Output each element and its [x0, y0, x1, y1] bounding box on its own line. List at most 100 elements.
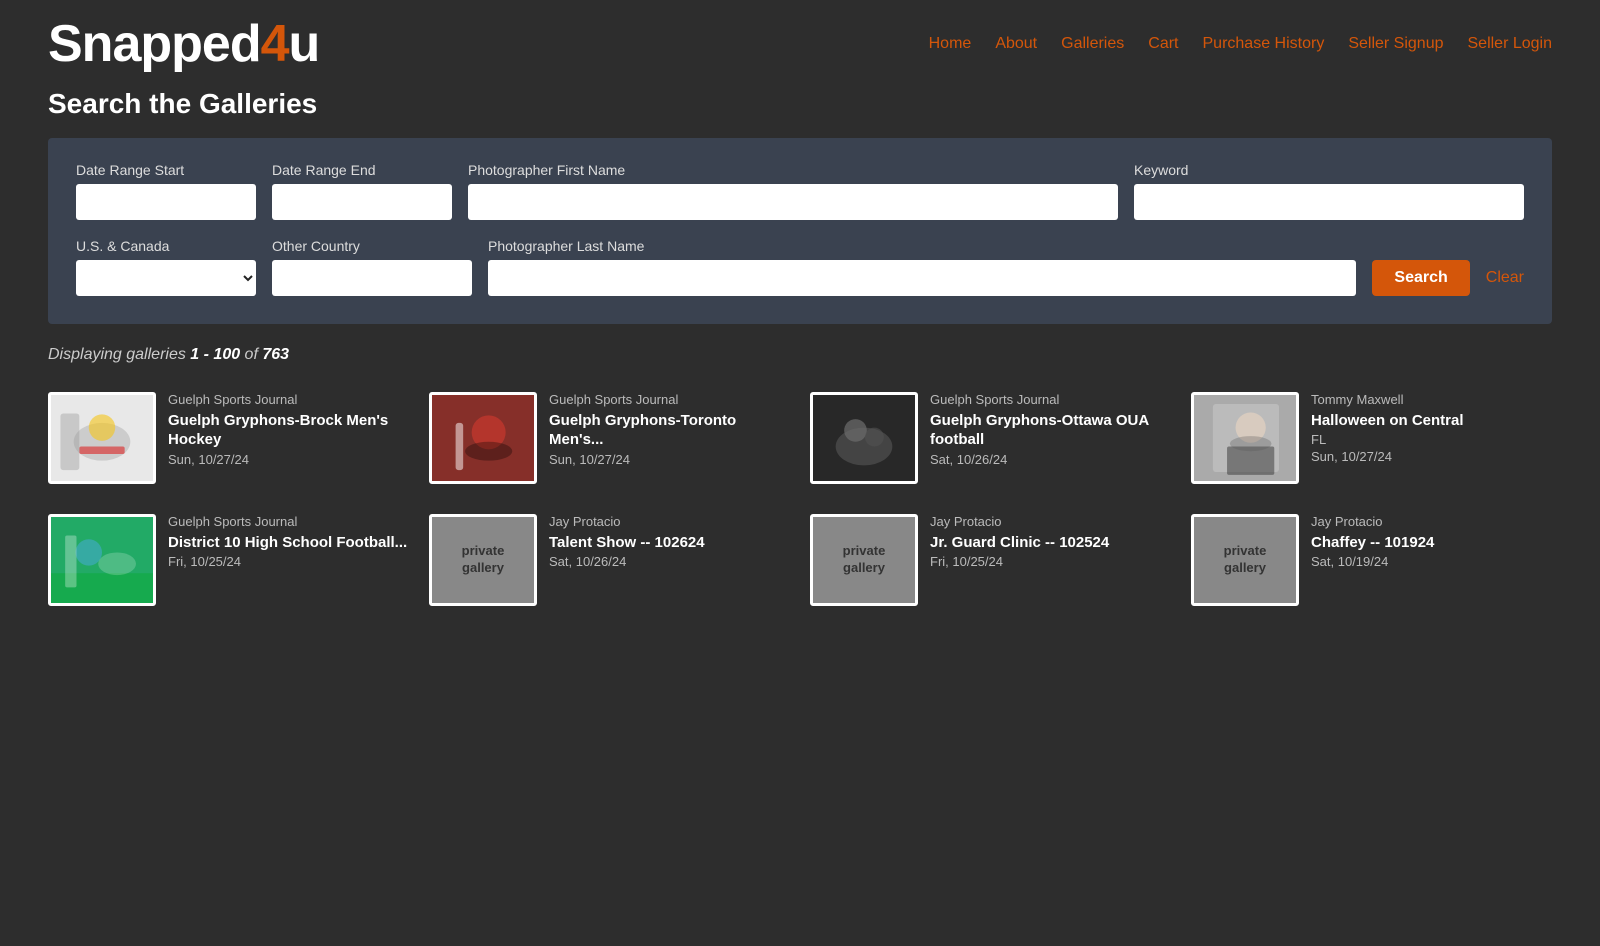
- nav-cart[interactable]: Cart: [1148, 35, 1178, 53]
- results-total: 763: [262, 346, 289, 363]
- gallery-photographer: Guelph Sports Journal: [930, 392, 1171, 409]
- gallery-name: Jr. Guard Clinic -- 102524: [930, 533, 1109, 553]
- search-panel: Date Range Start Date Range End Photogra…: [48, 138, 1552, 324]
- logo[interactable]: Snapped4u: [48, 18, 319, 70]
- gallery-photographer: Guelph Sports Journal: [168, 514, 407, 531]
- gallery-date: Fri, 10/25/24: [168, 554, 407, 569]
- gallery-info: Jay Protacio Chaffey -- 101924 Sat, 10/1…: [1311, 514, 1434, 569]
- photographer-last-name-label: Photographer Last Name: [488, 238, 1356, 254]
- private-gallery-thumb: privategallery: [429, 514, 537, 606]
- gallery-info: Guelph Sports Journal Guelph Gryphons-Br…: [168, 392, 409, 467]
- date-range-start-input[interactable]: [76, 184, 256, 220]
- results-display-text: Displaying galleries 1 - 100 of 763: [48, 346, 289, 363]
- private-gallery-label: privategallery: [462, 543, 505, 577]
- gallery-info: Guelph Sports Journal District 10 High S…: [168, 514, 407, 569]
- gallery-info: Guelph Sports Journal Guelph Gryphons-Ot…: [930, 392, 1171, 467]
- list-item[interactable]: Guelph Sports Journal Guelph Gryphons-To…: [429, 392, 790, 484]
- photographer-first-name-input[interactable]: [468, 184, 1118, 220]
- gallery-date: Sun, 10/27/24: [168, 452, 409, 467]
- gallery-name: District 10 High School Football...: [168, 533, 407, 553]
- gallery-date: Sat, 10/19/24: [1311, 554, 1434, 569]
- private-gallery-label: privategallery: [843, 543, 886, 577]
- list-item[interactable]: Guelph Sports Journal District 10 High S…: [48, 514, 409, 606]
- gallery-thumb: [48, 392, 156, 484]
- date-range-end-input[interactable]: [272, 184, 452, 220]
- gallery-thumb: [429, 392, 537, 484]
- gallery-photographer: Tommy Maxwell: [1311, 392, 1464, 409]
- us-canada-field: U.S. & Canada United States Canada: [76, 238, 256, 296]
- photographer-first-name-label: Photographer First Name: [468, 162, 1118, 178]
- gallery-thumb: [810, 392, 918, 484]
- gallery-date: Fri, 10/25/24: [930, 554, 1109, 569]
- logo-snapped: Snapped: [48, 15, 261, 73]
- logo-four: 4: [261, 15, 289, 73]
- list-item[interactable]: privategallery Jay Protacio Jr. Guard Cl…: [810, 514, 1171, 606]
- photographer-first-name-field: Photographer First Name: [468, 162, 1118, 220]
- list-item[interactable]: privategallery Jay Protacio Talent Show …: [429, 514, 790, 606]
- list-item[interactable]: Tommy Maxwell Halloween on Central FL Su…: [1191, 392, 1552, 484]
- photographer-last-name-field: Photographer Last Name: [488, 238, 1356, 296]
- gallery-grid: Guelph Sports Journal Guelph Gryphons-Br…: [0, 374, 1600, 636]
- gallery-photographer: Jay Protacio: [549, 514, 705, 531]
- other-country-input[interactable]: [272, 260, 472, 296]
- main-nav: Home About Galleries Cart Purchase Histo…: [929, 35, 1552, 53]
- nav-home[interactable]: Home: [929, 35, 972, 53]
- gallery-thumb: [48, 514, 156, 606]
- us-canada-select[interactable]: United States Canada: [76, 260, 256, 296]
- nav-seller-signup[interactable]: Seller Signup: [1348, 35, 1443, 53]
- logo-u: u: [289, 15, 320, 73]
- gallery-info: Guelph Sports Journal Guelph Gryphons-To…: [549, 392, 790, 467]
- gallery-date: Sun, 10/27/24: [1311, 449, 1464, 464]
- gallery-date: Sat, 10/26/24: [549, 554, 705, 569]
- gallery-photographer: Guelph Sports Journal: [168, 392, 409, 409]
- search-button[interactable]: Search: [1372, 260, 1469, 296]
- other-country-field: Other Country: [272, 238, 472, 296]
- gallery-photographer: Jay Protacio: [930, 514, 1109, 531]
- keyword-label: Keyword: [1134, 162, 1524, 178]
- gallery-name: Guelph Gryphons-Toronto Men's...: [549, 411, 790, 450]
- gallery-name: Guelph Gryphons-Brock Men's Hockey: [168, 411, 409, 450]
- search-row-2: U.S. & Canada United States Canada Other…: [76, 238, 1524, 296]
- page-title: Search the Galleries: [48, 88, 1552, 120]
- gallery-date: Sun, 10/27/24: [549, 452, 790, 467]
- clear-button[interactable]: Clear: [1486, 269, 1524, 287]
- us-canada-label: U.S. & Canada: [76, 238, 256, 254]
- private-gallery-thumb: privategallery: [1191, 514, 1299, 606]
- list-item[interactable]: Guelph Sports Journal Guelph Gryphons-Ot…: [810, 392, 1171, 484]
- gallery-info: Jay Protacio Talent Show -- 102624 Sat, …: [549, 514, 705, 569]
- date-range-start-field: Date Range Start: [76, 162, 256, 220]
- nav-galleries[interactable]: Galleries: [1061, 35, 1124, 53]
- logo-text: Snapped4u: [48, 18, 319, 70]
- gallery-name: Guelph Gryphons-Ottawa OUA football: [930, 411, 1171, 450]
- nav-seller-login[interactable]: Seller Login: [1468, 35, 1553, 53]
- gallery-location: FL: [1311, 432, 1464, 447]
- gallery-photographer: Jay Protacio: [1311, 514, 1434, 531]
- keyword-field: Keyword: [1134, 162, 1524, 220]
- date-range-start-label: Date Range Start: [76, 162, 256, 178]
- other-country-label: Other Country: [272, 238, 472, 254]
- date-range-end-field: Date Range End: [272, 162, 452, 220]
- nav-about[interactable]: About: [995, 35, 1037, 53]
- date-range-end-label: Date Range End: [272, 162, 452, 178]
- gallery-info: Jay Protacio Jr. Guard Clinic -- 102524 …: [930, 514, 1109, 569]
- private-gallery-thumb: privategallery: [810, 514, 918, 606]
- page-title-wrap: Search the Galleries: [0, 80, 1600, 138]
- results-range: 1 - 100: [190, 346, 240, 363]
- list-item[interactable]: privategallery Jay Protacio Chaffey -- 1…: [1191, 514, 1552, 606]
- gallery-name: Chaffey -- 101924: [1311, 533, 1434, 553]
- gallery-thumb: [1191, 392, 1299, 484]
- results-info: Displaying galleries 1 - 100 of 763: [0, 324, 1600, 374]
- gallery-info: Tommy Maxwell Halloween on Central FL Su…: [1311, 392, 1464, 464]
- gallery-name: Talent Show -- 102624: [549, 533, 705, 553]
- gallery-name: Halloween on Central: [1311, 411, 1464, 431]
- nav-purchase-history[interactable]: Purchase History: [1203, 35, 1325, 53]
- list-item[interactable]: Guelph Sports Journal Guelph Gryphons-Br…: [48, 392, 409, 484]
- photographer-last-name-input[interactable]: [488, 260, 1356, 296]
- gallery-date: Sat, 10/26/24: [930, 452, 1171, 467]
- search-row-1: Date Range Start Date Range End Photogra…: [76, 162, 1524, 220]
- gallery-photographer: Guelph Sports Journal: [549, 392, 790, 409]
- header: Snapped4u Home About Galleries Cart Purc…: [0, 0, 1600, 80]
- keyword-input[interactable]: [1134, 184, 1524, 220]
- private-gallery-label: privategallery: [1224, 543, 1267, 577]
- search-actions: Search Clear: [1372, 260, 1524, 296]
